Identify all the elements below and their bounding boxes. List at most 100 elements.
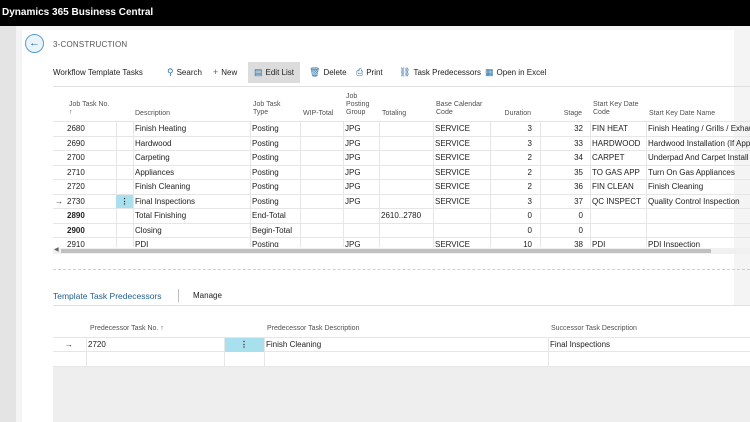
col-header-predecessor-task-description[interactable]: Predecessor Task Description [267, 325, 359, 333]
search-icon: ⚲ [167, 67, 174, 77]
description: Total Finishing [135, 211, 187, 220]
base-calendar-code: SERVICE [435, 196, 470, 206]
predecessors-header: Template Task Predecessors Manage [53, 284, 750, 306]
job-posting-group: JPG [345, 124, 361, 133]
job-task-no: 2890 [67, 211, 85, 220]
job-task-no: 2900 [67, 225, 85, 235]
open-in-excel-button[interactable]: ▦ Open in Excel [485, 62, 546, 83]
arrow-left-icon: ← [29, 37, 40, 49]
duration: 2 [527, 182, 532, 191]
print-button[interactable]: ⎙ Print [356, 62, 383, 83]
job-task-no: 2710 [67, 167, 85, 177]
table-row-current[interactable]: → 2720 ⋮ Finish Cleaning Final Inspectio… [53, 337, 750, 352]
base-calendar-code: SERVICE [435, 138, 470, 148]
description: Finish Heating [135, 124, 187, 133]
excel-icon: ▦ [485, 67, 494, 77]
col-header-successor-task-description[interactable]: Successor Task Description [551, 325, 637, 333]
table-row[interactable]: 2890 Total Finishing End-Total 2610..278… [53, 208, 750, 223]
table-row[interactable]: 2900 Closing Begin-Total 0 0 [53, 222, 750, 238]
manage-button[interactable]: Manage [193, 291, 222, 300]
table-row-current[interactable]: → 2730 ⋮ Final Inspections Posting JPG S… [53, 193, 750, 209]
col-header-job-task-type[interactable]: Job Task Type [253, 101, 297, 117]
col-header-start-key-date-code[interactable]: Start Key Date Code [593, 101, 645, 117]
job-task-no: 2720 [67, 182, 85, 191]
col-header-description[interactable]: Description [135, 110, 170, 118]
col-divider [224, 337, 225, 367]
start-key-date-name: Underpad And Carpet Install [648, 153, 749, 162]
search-label: Search [176, 68, 202, 77]
base-calendar-code: SERVICE [435, 124, 470, 133]
start-key-date-name: Turn On Gas Appliances [648, 167, 735, 177]
col-header-job-posting-group[interactable]: Job Posting Group [346, 93, 380, 117]
table-row[interactable]: 2720 Finish Cleaning Posting JPG SERVICE… [53, 179, 750, 194]
task-predecessors-button[interactable]: ⛓ Task Predecessors [399, 62, 481, 83]
job-task-type: Posting [252, 182, 279, 191]
start-key-date-code: FIN HEAT [592, 124, 628, 133]
base-calendar-code: SERVICE [435, 167, 470, 177]
col-header-duration[interactable]: Duration [493, 110, 531, 118]
job-task-type: Posting [252, 153, 279, 162]
job-task-type: Posting [252, 240, 279, 247]
job-task-no: 2910 [67, 240, 85, 247]
page-title: Workflow Template Tasks [53, 68, 143, 77]
task-predecessors-label: Task Predecessors [413, 68, 482, 77]
table-row[interactable]: 2690 Hardwood Posting JPG SERVICE 3 33 H… [53, 135, 750, 151]
table-row[interactable]: 2710 Appliances Posting JPG SERVICE 2 35… [53, 164, 750, 180]
col-header-totaling[interactable]: Totaling [382, 110, 406, 118]
action-bar-divider [53, 86, 750, 87]
description: Final Inspections [135, 196, 196, 206]
title-divider [178, 289, 179, 302]
scroll-left-icon[interactable]: ◀ [54, 246, 59, 253]
table-row[interactable]: 2680 Finish Heating Posting JPG SERVICE … [53, 121, 750, 136]
edit-list-label: Edit List [265, 68, 294, 77]
duration: 2 [527, 153, 532, 162]
job-posting-group: JPG [345, 196, 361, 206]
predecessors-grid-header: Predecessor Task No. ↑ Predecessor Task … [53, 306, 750, 337]
description: Appliances [135, 167, 175, 177]
table-row[interactable]: 2700 Carpeting Posting JPG SERVICE 2 34 … [53, 150, 750, 165]
predecessor-task-no: 2720 [88, 340, 106, 349]
back-button[interactable]: ← [25, 34, 44, 53]
scrollbar-thumb[interactable] [61, 249, 711, 253]
breadcrumb: 3-CONSTRUCTION [53, 40, 128, 49]
job-posting-group: JPG [345, 240, 361, 247]
duration: 0 [527, 225, 532, 235]
edit-list-button[interactable]: ▤ Edit List [248, 62, 300, 83]
new-button[interactable]: + New [213, 62, 237, 83]
col-header-predecessor-task-no[interactable]: Predecessor Task No. ↑ [90, 325, 164, 333]
predecessors-grid: Predecessor Task No. ↑ Predecessor Task … [53, 306, 750, 422]
current-row-arrow-icon: → [65, 340, 73, 349]
col-header-base-calendar-code[interactable]: Base Calendar Code [436, 101, 488, 117]
description: Carpeting [135, 153, 170, 162]
description: PDI [135, 240, 149, 247]
row-menu-icon[interactable]: ⋮ [224, 338, 264, 352]
duration: 2 [527, 167, 532, 177]
table-row[interactable]: 2910 PDI Posting JPG SERVICE 10 38 PDI P… [53, 237, 750, 247]
job-task-no: 2700 [67, 153, 85, 162]
stage: 37 [574, 196, 583, 206]
col-header-stage[interactable]: Stage [543, 110, 582, 118]
col-divider [548, 337, 549, 367]
delete-button[interactable]: 🗑 Delete [309, 62, 347, 83]
horizontal-scrollbar[interactable]: ◀ [53, 246, 750, 254]
tasks-grid: Job Task No. ↑ Description Job Task Type… [53, 91, 750, 247]
start-key-date-name: Quality Control Inspection [648, 196, 740, 206]
search-button[interactable]: ⚲ Search [167, 62, 202, 83]
job-posting-group: JPG [345, 182, 361, 191]
stage: 38 [574, 240, 583, 247]
job-posting-group: JPG [345, 167, 361, 177]
part-divider [53, 269, 750, 270]
start-key-date-code: PDI [592, 240, 606, 247]
start-key-date-name: PDI Inspection [648, 240, 701, 247]
action-bar: Workflow Template Tasks ⚲ Search + New ▤ Ed… [53, 62, 750, 84]
col-header-wip-total[interactable]: WIP-Total [303, 110, 333, 118]
col-header-job-task-no[interactable]: Job Task No. ↑ [69, 101, 114, 117]
col-header-start-key-date-name[interactable]: Start Key Date Name [649, 110, 715, 118]
duration: 3 [527, 124, 532, 133]
start-key-date-code: QC INSPECT [592, 196, 641, 206]
table-row-empty[interactable] [53, 352, 750, 367]
row-menu-icon[interactable]: ⋮ [116, 194, 133, 209]
open-in-excel-label: Open in Excel [496, 68, 547, 77]
start-key-date-name: Finish Cleaning [648, 182, 704, 191]
description: Closing [135, 225, 162, 235]
